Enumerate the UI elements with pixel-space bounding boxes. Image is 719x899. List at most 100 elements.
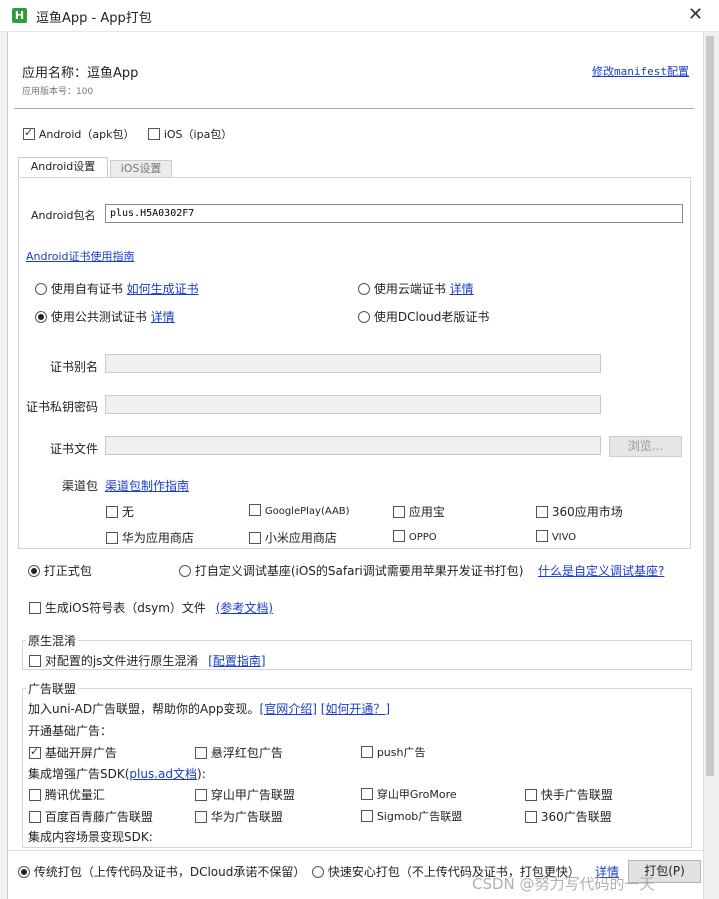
obfuscation-option[interactable]: 对配置的js文件进行原生混淆 [配置指南] xyxy=(29,652,266,669)
app-version: 应用版本号：100 xyxy=(22,87,94,97)
platform-ios[interactable]: iOS（ipa包） xyxy=(148,126,232,142)
channel-vivo[interactable]: VIVO xyxy=(536,529,576,543)
channel-vivo-checkbox[interactable] xyxy=(536,530,548,542)
build-custom-base-option[interactable]: 打自定义调试基座(iOS的Safari调试需要用苹果开发证书打包) xyxy=(179,562,523,579)
channel-yingyongbao-label: 应用宝 xyxy=(408,505,445,519)
obfuscation-checkbox[interactable] xyxy=(29,655,41,667)
ad-sdk-gromore-checkbox[interactable] xyxy=(361,788,373,800)
channel-googleplay[interactable]: GooglePlay(AAB) xyxy=(249,503,350,517)
obfuscation-guide-link[interactable]: [配置指南] xyxy=(208,654,265,668)
cert-option-dcloud-old[interactable]: 使用DCloud老版证书 xyxy=(358,308,489,325)
ad-basic-title: 开通基础广告： xyxy=(28,724,113,738)
ad-sdk-tencent-checkbox[interactable] xyxy=(29,789,41,801)
ad-sdk-title-suffix: ): xyxy=(197,767,206,781)
ios-checkbox[interactable] xyxy=(148,128,160,140)
tab-ios-settings[interactable]: iOS设置 xyxy=(110,160,172,177)
build-custom-base-radio[interactable] xyxy=(179,565,191,577)
csdn-watermark: CSDN @努力写代码的一天 xyxy=(472,875,655,893)
channel-none-checkbox[interactable] xyxy=(106,506,118,518)
pack-traditional-radio[interactable] xyxy=(18,866,30,878)
ad-sdk-kuaishou-label: 快手广告联盟 xyxy=(540,788,613,802)
channel-xiaomi-checkbox[interactable] xyxy=(249,532,261,544)
cert-password-input[interactable] xyxy=(105,395,601,414)
ad-sdk-baidu-checkbox[interactable] xyxy=(29,811,41,823)
ad-sdk-sigmob-checkbox[interactable] xyxy=(361,810,373,822)
pack-safe-radio[interactable] xyxy=(312,866,324,878)
how-to-generate-cert-link[interactable]: 如何生成证书 xyxy=(127,282,199,296)
channel-huawei[interactable]: 华为应用商店 xyxy=(106,529,194,546)
build-formal-radio[interactable] xyxy=(28,565,40,577)
platform-android[interactable]: Android（apk包） xyxy=(23,126,134,142)
ad-sdk-sigmob-label: Sigmob广告联盟 xyxy=(376,810,463,823)
android-checkbox[interactable] xyxy=(23,126,35,140)
cert-password-label: 证书私钥密码 xyxy=(26,400,99,414)
channel-googleplay-checkbox[interactable] xyxy=(249,504,261,516)
ad-intro-row: 加入uni-AD广告联盟，帮助你的App变现。[官网介绍] [如何开通？] xyxy=(28,700,390,717)
channel-oppo-label: OPPO xyxy=(408,532,437,543)
dsym-reference-link[interactable]: (参考文档) xyxy=(216,601,273,615)
build-formal-option[interactable]: 打正式包 xyxy=(28,562,92,579)
public-test-cert-radio[interactable] xyxy=(35,311,47,323)
ad-sdk-huawei[interactable]: 华为广告联盟 xyxy=(195,808,283,825)
ad-sdk-sigmob[interactable]: Sigmob广告联盟 xyxy=(361,808,462,824)
channel-guide-link[interactable]: 渠道包制作指南 xyxy=(105,477,189,494)
modify-manifest-link[interactable]: 修改manifest配置 xyxy=(592,63,689,79)
pack-traditional-option[interactable]: 传统打包（上传代码及证书，DCloud承诺不保留） xyxy=(18,863,305,880)
channel-huawei-checkbox[interactable] xyxy=(106,532,118,544)
ad-basic-redpacket[interactable]: 悬浮红包广告 xyxy=(195,744,283,761)
ad-sdk-kuaishou[interactable]: 快手广告联盟 xyxy=(525,786,613,803)
ad-official-intro-link[interactable]: [官网介绍] xyxy=(260,702,317,716)
ad-how-to-open-link[interactable]: [如何开通？] xyxy=(321,702,390,716)
cloud-cert-radio[interactable] xyxy=(358,283,370,295)
ad-sdk-360[interactable]: 360广告联盟 xyxy=(525,808,612,825)
cert-option-public-test[interactable]: 使用公共测试证书 详情 xyxy=(35,308,175,325)
ad-sdk-pangle[interactable]: 穿山甲广告联盟 xyxy=(195,786,295,803)
ad-sdk-kuaishou-checkbox[interactable] xyxy=(525,789,537,801)
cloud-cert-details-link[interactable]: 详情 xyxy=(450,282,474,296)
dsym-option[interactable]: 生成iOS符号表（dsym）文件 (参考文档) xyxy=(29,599,273,616)
android-cert-guide-link[interactable]: Android证书使用指南 xyxy=(26,248,135,264)
channel-oppo[interactable]: OPPO xyxy=(393,529,437,543)
ad-basic-push[interactable]: push广告 xyxy=(361,744,426,760)
cert-file-input[interactable] xyxy=(105,436,601,455)
ad-sdk-360-label: 360广告联盟 xyxy=(540,810,612,824)
channel-yingyongbao[interactable]: 应用宝 xyxy=(393,503,445,520)
channel-xiaomi[interactable]: 小米应用商店 xyxy=(249,529,337,546)
ad-sdk-gromore[interactable]: 穿山甲GroMore xyxy=(361,786,457,802)
plus-ad-docs-link[interactable]: plus.ad文档 xyxy=(129,767,197,781)
tab-android-settings[interactable]: Android设置 xyxy=(18,157,108,177)
dsym-checkbox[interactable] xyxy=(29,602,41,614)
dcloud-old-cert-radio[interactable] xyxy=(358,311,370,323)
ad-sdk-360-checkbox[interactable] xyxy=(525,811,537,823)
ad-sdk-tencent[interactable]: 腾讯优量汇 xyxy=(29,786,105,803)
ad-sdk-baidu[interactable]: 百度百青藤广告联盟 xyxy=(29,808,153,825)
channel-360-checkbox[interactable] xyxy=(536,506,548,518)
close-icon[interactable]: ✕ xyxy=(688,4,703,25)
channel-none-label: 无 xyxy=(121,505,134,519)
public-test-cert-details-link[interactable]: 详情 xyxy=(151,310,175,324)
cert-alias-input[interactable] xyxy=(105,354,601,373)
channel-360[interactable]: 360应用市场 xyxy=(536,503,623,520)
cert-file-label: 证书文件 xyxy=(50,442,99,456)
ad-basic-push-checkbox[interactable] xyxy=(361,746,373,758)
channel-yingyongbao-checkbox[interactable] xyxy=(393,506,405,518)
ad-basic-redpacket-checkbox[interactable] xyxy=(195,747,207,759)
cert-option-own[interactable]: 使用自有证书 如何生成证书 xyxy=(35,280,199,297)
what-is-custom-base-link[interactable]: 什么是自定义调试基座? xyxy=(538,562,664,579)
scrollbar-thumb[interactable] xyxy=(706,36,714,776)
ad-basic-splash[interactable]: 基础开屏广告 xyxy=(29,744,117,761)
ad-sdk-pangle-checkbox[interactable] xyxy=(195,789,207,801)
left-window-edge xyxy=(0,32,8,899)
ad-basic-splash-checkbox[interactable] xyxy=(29,745,41,759)
channel-none[interactable]: 无 xyxy=(106,503,134,520)
cert-alias-label: 证书别名 xyxy=(50,360,99,374)
ios-label: iOS（ipa包） xyxy=(163,128,233,141)
cert-option-cloud[interactable]: 使用云端证书 详情 xyxy=(358,280,474,297)
own-cert-radio[interactable] xyxy=(35,283,47,295)
ad-sdk-huawei-checkbox[interactable] xyxy=(195,811,207,823)
package-name-input[interactable] xyxy=(105,204,683,223)
ad-sdk-gromore-label: 穿山甲GroMore xyxy=(376,788,457,801)
channel-oppo-checkbox[interactable] xyxy=(393,530,405,542)
dcloud-old-cert-label: 使用DCloud老版证书 xyxy=(373,310,490,324)
browse-button[interactable]: 浏览... xyxy=(609,436,682,457)
